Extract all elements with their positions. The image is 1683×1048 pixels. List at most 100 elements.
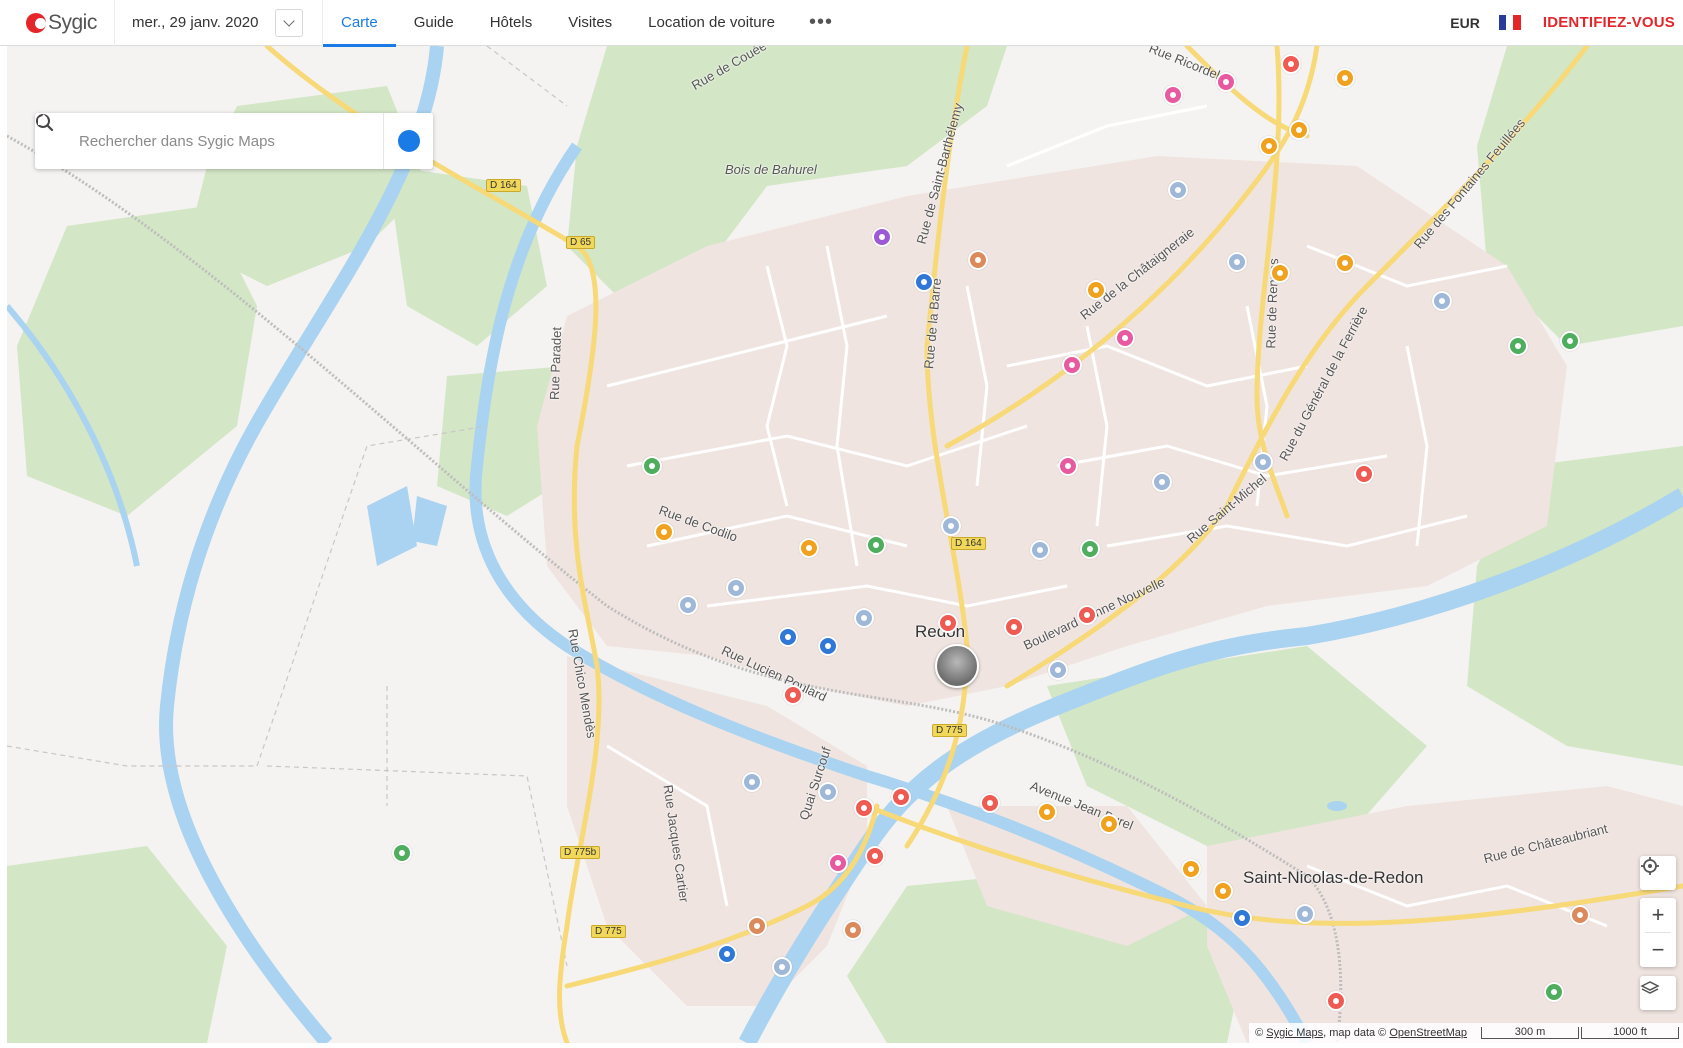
map-label-rue-paradet: Rue Paradet [546,326,565,401]
cinema-icon[interactable] [828,853,848,873]
fuel-icon[interactable] [914,272,934,292]
sygic-maps-link[interactable]: Sygic Maps [1266,1027,1323,1039]
search-box [35,113,433,169]
restaurant-icon[interactable] [938,613,958,633]
sygic-logo[interactable]: Sygic [0,0,115,46]
bench-icon[interactable] [968,250,988,270]
shopping-cart-icon[interactable] [799,538,819,558]
fuel-icon[interactable] [717,944,737,964]
hospital-icon[interactable] [1227,252,1247,272]
train-icon[interactable] [818,636,838,656]
currency-selector[interactable]: EUR [1450,15,1480,31]
scale-metric: 300 m [1481,1026,1579,1039]
horse-icon[interactable] [392,843,412,863]
logo-text: Sygic [48,10,97,34]
hammer-icon[interactable] [654,522,674,542]
info-icon[interactable] [778,627,798,647]
bag-icon[interactable] [1099,814,1119,834]
car-icon[interactable] [1037,802,1057,822]
main-nav: Carte Guide Hôtels Visites Location de v… [323,0,849,47]
restaurant-icon[interactable] [1004,617,1024,637]
settings-icon[interactable] [1335,253,1355,273]
target-icon[interactable] [866,535,886,555]
cafe-icon[interactable] [747,916,767,936]
openstreetmap-link[interactable]: OpenStreetMap [1389,1027,1467,1039]
office-icon[interactable] [678,595,698,615]
soccer-icon[interactable] [1544,982,1564,1002]
wrench-icon[interactable] [1232,908,1252,928]
hammer-icon[interactable] [1213,881,1233,901]
office-icon[interactable] [941,516,961,536]
layers-control [1640,976,1676,1010]
locate-control [1640,856,1676,890]
camera-icon[interactable] [891,787,911,807]
map-label-saint-nicolas[interactable]: Saint-Nicolas-de-Redon [1243,868,1423,888]
hiking-icon[interactable] [1508,336,1528,356]
tab-hotels[interactable]: Hôtels [472,0,551,46]
target-icon[interactable] [642,456,662,476]
restaurant-icon[interactable] [1281,54,1301,74]
locate-icon[interactable] [1640,856,1676,890]
tab-carte[interactable]: Carte [323,0,396,47]
more-menu-icon[interactable]: ••• [793,0,849,46]
medical-icon[interactable] [1030,540,1050,560]
music-icon[interactable] [1163,85,1183,105]
hotel-icon[interactable] [1253,452,1273,472]
tab-guide[interactable]: Guide [396,0,472,46]
key-icon[interactable] [1181,859,1201,879]
church-icon[interactable] [1432,291,1452,311]
target-icon[interactable] [1080,539,1100,559]
scooter-icon[interactable] [818,782,838,802]
bar-icon[interactable] [1216,72,1236,92]
hiking-icon[interactable] [1560,331,1580,351]
map-attribution: © Sygic Maps, map data © OpenStreetMap 3… [1249,1023,1683,1043]
theatre-icon[interactable] [1058,456,1078,476]
pin-icon[interactable] [772,957,792,977]
balloon-icon[interactable] [872,227,892,247]
restaurant-icon[interactable] [854,798,874,818]
palette-icon[interactable] [1295,904,1315,924]
headphones-icon[interactable] [1086,280,1106,300]
car-icon[interactable] [1259,136,1279,156]
search-input[interactable] [79,116,379,166]
tab-location-voiture[interactable]: Location de voiture [630,0,793,46]
date-selector[interactable]: mer., 29 janv. 2020 [115,0,323,46]
ticket-icon[interactable] [1335,68,1355,88]
school-icon[interactable] [1326,991,1346,1011]
cocktail-icon[interactable] [1062,355,1082,375]
zoom-out-button[interactable]: − [1640,933,1676,967]
france-flag-icon[interactable] [1498,15,1521,30]
scale-imperial: 1000 ft [1581,1026,1679,1039]
road-badge-d775-south: D 775 [591,925,626,938]
bench-icon[interactable] [843,920,863,940]
zoom-in-button[interactable]: + [1640,898,1676,932]
camera-icon[interactable] [1077,605,1097,625]
road-badge-d775: D 775 [932,724,967,737]
monument-icon[interactable] [742,772,762,792]
monument-icon[interactable] [854,608,874,628]
tab-visites[interactable]: Visites [550,0,630,46]
date-dropdown-button[interactable] [275,8,304,37]
fire-station-icon[interactable] [1354,464,1374,484]
login-link[interactable]: IDENTIFIEZ-VOUS [1543,14,1675,31]
camera-icon[interactable] [865,846,885,866]
key-icon[interactable] [1270,263,1290,283]
school-icon[interactable] [1168,180,1188,200]
redon-photo-marker[interactable] [935,644,979,688]
office-icon[interactable] [1048,660,1068,680]
layers-icon[interactable] [1640,976,1676,1010]
boat-icon[interactable] [1289,120,1309,140]
map-background [7,46,1683,1043]
directions-button[interactable] [38,113,433,169]
road-badge-d775b: D 775b [560,846,601,859]
road-badge-d164: D 164 [486,179,521,192]
map-label-bois: Bois de Bahurel [725,162,817,177]
monument-icon[interactable] [726,578,746,598]
chevron-down-icon [283,14,296,27]
library-icon[interactable] [783,685,803,705]
theatre-icon[interactable] [1115,328,1135,348]
bench-icon[interactable] [1570,905,1590,925]
restaurant-icon[interactable] [980,793,1000,813]
map-canvas[interactable]: Bois de Bahurel Rue de Couée Rue Ricorde… [7,46,1683,1043]
office-icon[interactable] [1152,472,1172,492]
